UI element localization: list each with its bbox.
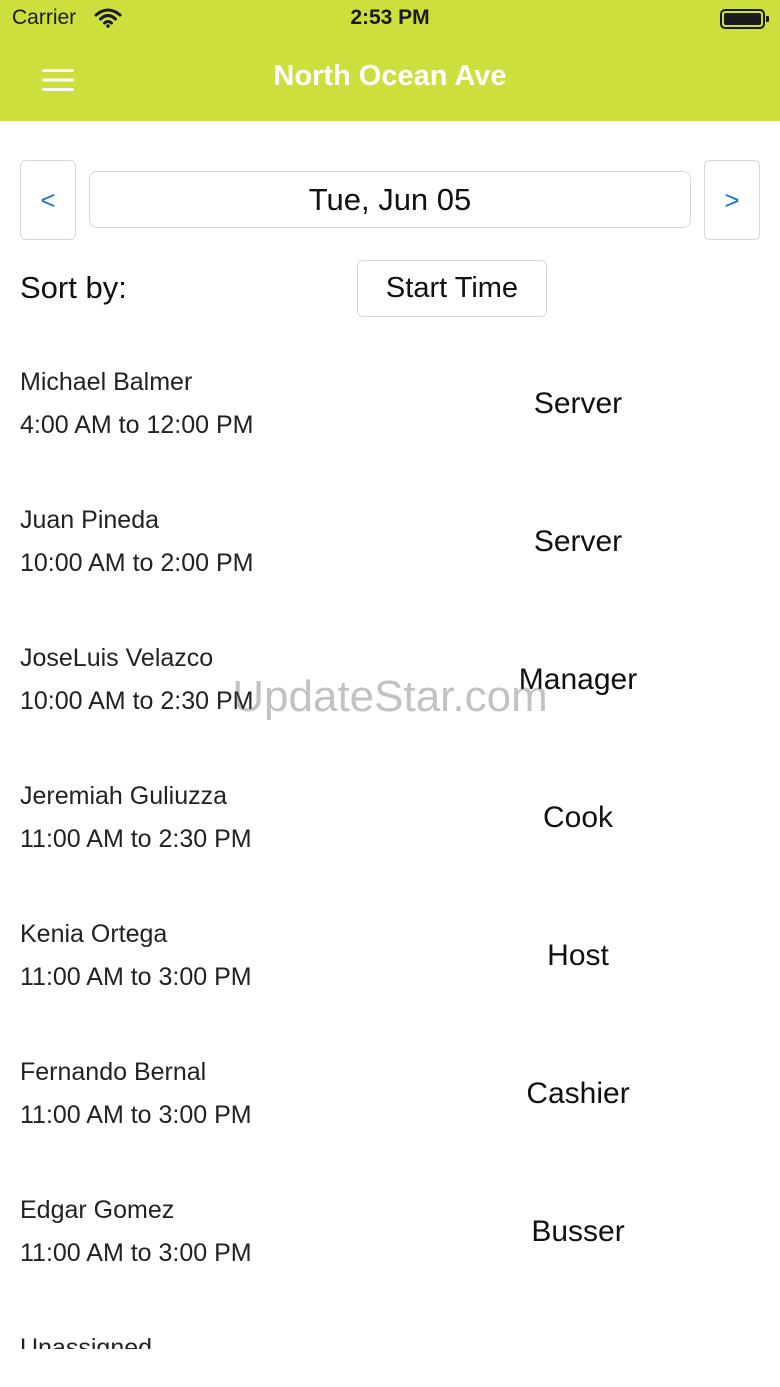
date-label: Tue, Jun 05 bbox=[308, 181, 472, 217]
shift-role: Cashier bbox=[526, 1077, 630, 1110]
shift-row[interactable]: Unassigned bbox=[0, 1306, 780, 1349]
shift-time: 11:00 AM to 3:00 PM bbox=[20, 963, 252, 991]
shift-row[interactable]: Fernando Bernal 11:00 AM to 3:00 PM Cash… bbox=[0, 1030, 780, 1168]
employee-name: Juan Pineda bbox=[20, 506, 160, 534]
shift-time: 11:00 AM to 2:30 PM bbox=[20, 825, 252, 853]
employee-name: Unassigned bbox=[20, 1334, 153, 1349]
battery-icon bbox=[720, 9, 769, 29]
page-title: North Ocean Ave bbox=[273, 60, 507, 92]
shift-row[interactable]: Kenia Ortega 11:00 AM to 3:00 PM Host bbox=[0, 892, 780, 1030]
shift-time: 11:00 AM to 3:00 PM bbox=[20, 1101, 252, 1129]
shift-role: Manager bbox=[518, 663, 638, 696]
previous-day-button[interactable]: < bbox=[20, 160, 76, 240]
sort-label: Sort by: bbox=[20, 270, 127, 305]
shift-time: 11:00 AM to 3:00 PM bbox=[20, 1239, 252, 1267]
shift-time: 10:00 AM to 2:30 PM bbox=[20, 687, 254, 715]
shift-row[interactable]: Jeremiah Guliuzza 11:00 AM to 2:30 PM Co… bbox=[0, 754, 780, 892]
chevron-left-icon: < bbox=[40, 184, 56, 215]
employee-name: Michael Balmer bbox=[20, 368, 193, 396]
shift-role: Server bbox=[533, 525, 623, 558]
shift-role: Server bbox=[533, 387, 623, 420]
top-bar: Carrier 2:53 PM North Ocean Ave bbox=[0, 0, 780, 121]
shift-row[interactable]: Edgar Gomez 11:00 AM to 3:00 PM Busser bbox=[0, 1168, 780, 1306]
shift-role: Busser bbox=[531, 1215, 625, 1248]
sort-select[interactable]: Start Time bbox=[357, 260, 547, 317]
status-time: 2:53 PM bbox=[350, 6, 430, 29]
shift-role: Host bbox=[547, 939, 609, 972]
employee-name: Fernando Bernal bbox=[20, 1058, 207, 1086]
employee-name: JoseLuis Velazco bbox=[20, 644, 214, 672]
shift-time: 4:00 AM to 12:00 PM bbox=[20, 411, 254, 439]
next-day-button[interactable]: > bbox=[704, 160, 760, 240]
chevron-right-icon: > bbox=[724, 184, 740, 215]
shift-list[interactable]: Michael Balmer 4:00 AM to 12:00 PM Serve… bbox=[0, 340, 780, 1349]
shift-role: Cook bbox=[542, 801, 614, 834]
sort-value: Start Time bbox=[385, 272, 519, 304]
date-picker[interactable]: Tue, Jun 05 bbox=[89, 171, 691, 228]
shift-row[interactable]: JoseLuis Velazco 10:00 AM to 2:30 PM Man… bbox=[0, 616, 780, 754]
employee-name: Kenia Ortega bbox=[20, 920, 168, 948]
shift-row[interactable]: Juan Pineda 10:00 AM to 2:00 PM Server bbox=[0, 478, 780, 616]
shift-time: 10:00 AM to 2:00 PM bbox=[20, 549, 254, 577]
employee-name: Jeremiah Guliuzza bbox=[20, 782, 228, 810]
employee-name: Edgar Gomez bbox=[20, 1196, 175, 1224]
shift-row[interactable]: Michael Balmer 4:00 AM to 12:00 PM Serve… bbox=[0, 340, 780, 478]
